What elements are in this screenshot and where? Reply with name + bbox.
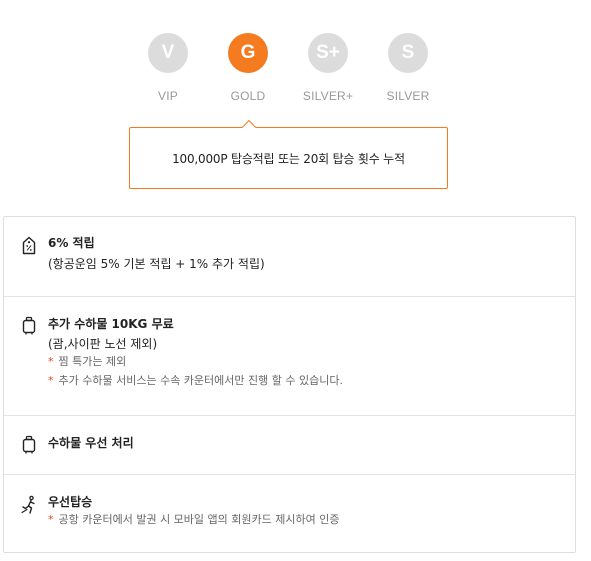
- tier-requirement-text: 100,000P 탑승적립 또는 20회 탑승 횟수 누적: [172, 151, 405, 166]
- benefit-note: * 공항 카운터에서 발권 시 모바일 앱의 회원카드 제시하여 인증: [48, 512, 339, 528]
- benefit-note-text: 찜 특가는 제외: [58, 355, 127, 368]
- asterisk-icon: *: [48, 355, 54, 368]
- asterisk-icon: *: [48, 374, 54, 387]
- benefit-note-text: 추가 수하물 서비스는 수속 카운터에서만 진행 할 수 있습니다.: [58, 374, 343, 387]
- benefit-row-priority-boarding: 우선탑승 * 공항 카운터에서 발권 시 모바일 앱의 회원카드 제시하여 인증: [4, 475, 575, 552]
- benefit-note-text: 공항 카운터에서 발권 시 모바일 앱의 회원카드 제시하여 인증: [58, 513, 340, 526]
- benefit-title: 추가 수하물 10KG 무료: [48, 317, 174, 331]
- priority-boarding-icon: [19, 495, 39, 515]
- benefits-panel: 6% 적립 (항공운임 5% 기본 적립 + 1% 추가 적립) 추가 수하물 …: [3, 216, 576, 553]
- tier-silver-label: SILVER: [386, 89, 430, 103]
- benefit-subtitle: (항공운임 5% 기본 적립 + 1% 추가 적립): [48, 257, 265, 271]
- tier-gold[interactable]: G GOLD: [208, 33, 288, 103]
- price-tag-icon: [19, 236, 39, 256]
- tier-silver-plus[interactable]: S+ SILVER+: [288, 33, 368, 103]
- benefit-row-extra-baggage: 추가 수하물 10KG 무료 (괌,사이판 노선 제외) * 찜 특가는 제외 *…: [4, 297, 575, 416]
- asterisk-icon: *: [48, 513, 54, 526]
- benefit-row-priority-baggage: 수하물 우선 처리: [4, 416, 575, 475]
- tier-vip[interactable]: V VIP: [128, 33, 208, 103]
- tier-gold-label: GOLD: [230, 89, 266, 103]
- benefit-note: * 추가 수하물 서비스는 수속 카운터에서만 진행 할 수 있습니다.: [48, 373, 343, 389]
- tooltip-arrow: [241, 119, 257, 135]
- luggage-icon: [19, 435, 39, 455]
- benefit-title: 우선탑승: [48, 495, 93, 509]
- benefit-note: * 찜 특가는 제외: [48, 354, 343, 370]
- membership-tier-selector: V VIP G GOLD S+ SILVER+ S SILVER: [0, 33, 591, 113]
- tier-silver-plus-badge: S+: [308, 33, 348, 73]
- tier-silver-plus-label: SILVER+: [302, 89, 354, 103]
- tier-silver-badge: S: [388, 33, 428, 73]
- luggage-icon: [19, 316, 39, 336]
- tier-vip-label: VIP: [158, 89, 178, 103]
- benefit-row-point: 6% 적립 (항공운임 5% 기본 적립 + 1% 추가 적립): [4, 217, 575, 297]
- tier-requirement-tooltip: 100,000P 탑승적립 또는 20회 탑승 횟수 누적: [129, 119, 448, 189]
- benefit-title: 수하물 우선 처리: [48, 436, 134, 450]
- benefit-subtitle: (괌,사이판 노선 제외): [48, 337, 158, 351]
- tier-vip-badge: V: [148, 33, 188, 73]
- benefit-title: 6% 적립: [48, 236, 95, 250]
- tier-gold-badge: G: [228, 33, 268, 73]
- tier-silver[interactable]: S SILVER: [368, 33, 448, 103]
